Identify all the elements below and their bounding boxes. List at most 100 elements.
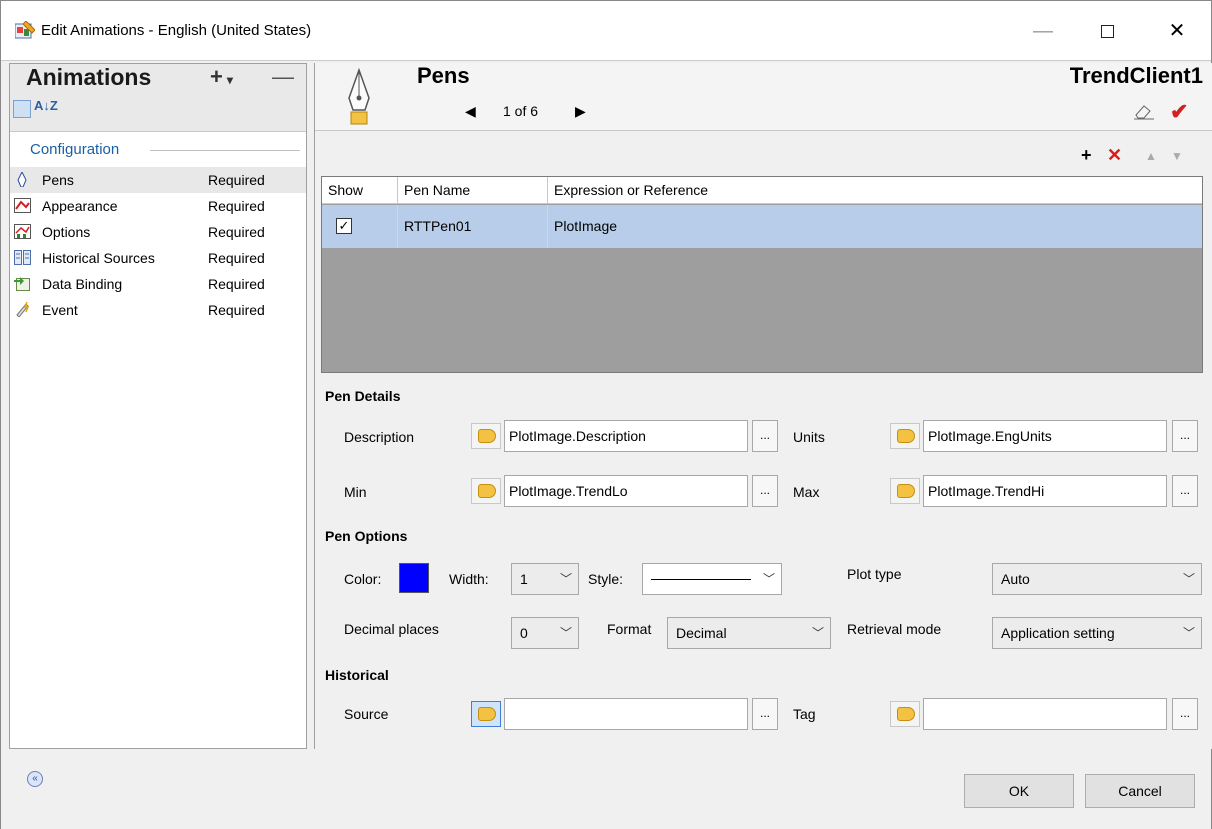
dialog-footer: « OK Cancel (1, 751, 1211, 829)
tag-icon (897, 484, 915, 498)
minimize-button[interactable]: — (1023, 15, 1063, 47)
alphabetical-sort-icon[interactable]: A↓Z (34, 98, 58, 113)
width-select[interactable]: 1 ﹀ (511, 563, 579, 595)
collapse-pane-icon[interactable]: « (27, 771, 43, 787)
options-icon (14, 224, 31, 239)
format-select[interactable]: Decimal ﹀ (667, 617, 831, 649)
add-animation-button[interactable]: + ▾ (210, 64, 233, 90)
tag-label: Tag (793, 706, 816, 722)
units-field[interactable]: PlotImage.EngUnits (923, 420, 1167, 452)
tag-icon (478, 484, 496, 498)
grid-header: Show Pen Name Expression or Reference (322, 177, 1202, 204)
description-tag-browser[interactable] (471, 423, 501, 449)
edit-animations-window: Edit Animations - English (United States… (0, 0, 1212, 829)
color-label: Color: (344, 571, 382, 587)
data-binding-icon (14, 277, 30, 291)
chevron-down-icon: ﹀ (1182, 626, 1195, 640)
remove-animation-button[interactable]: — (272, 64, 294, 90)
color-picker[interactable] (399, 563, 429, 593)
retrieval-mode-select[interactable]: Application setting ﹀ (992, 617, 1202, 649)
nav-item-options[interactable]: Options Required (10, 219, 306, 245)
nav-item-historical-sources[interactable]: Historical Sources Required (10, 245, 306, 271)
decimal-places-select[interactable]: 0 ﹀ (511, 617, 579, 649)
tag-tag-browser[interactable] (890, 701, 920, 727)
cancel-button[interactable]: Cancel (1085, 774, 1195, 808)
column-header-pen-name[interactable]: Pen Name (398, 177, 548, 204)
nav-item-data-binding[interactable]: Data Binding Required (10, 271, 306, 297)
show-checkbox[interactable]: ✓ (336, 218, 352, 234)
nav-item-pens[interactable]: Pens Required (10, 167, 306, 193)
max-tag-browser[interactable] (890, 478, 920, 504)
animations-title: Animations (26, 64, 152, 90)
max-field[interactable]: PlotImage.TrendHi (923, 475, 1167, 507)
column-header-show[interactable]: Show (322, 177, 398, 204)
plot-type-select[interactable]: Auto ﹀ (992, 563, 1202, 595)
units-label: Units (793, 429, 825, 445)
appearance-icon (14, 198, 31, 213)
nav-item-status: Required (208, 250, 265, 266)
maximize-button[interactable] (1087, 15, 1127, 47)
table-row[interactable]: ✓ RTTPen01 PlotImage (322, 205, 1202, 248)
nav-item-event[interactable]: Event Required (10, 297, 306, 323)
tag-browse-button[interactable]: ... (1172, 698, 1198, 730)
ok-button[interactable]: OK (964, 774, 1074, 808)
source-tag-browser[interactable] (471, 701, 501, 727)
apply-check-icon[interactable]: ✔ (1170, 99, 1188, 125)
move-up-button[interactable]: ▲ (1145, 149, 1157, 163)
add-pen-button[interactable]: + (1081, 145, 1092, 166)
column-header-expression[interactable]: Expression or Reference (548, 177, 1202, 204)
chevron-down-icon: ﹀ (559, 626, 572, 640)
eraser-icon[interactable] (1132, 103, 1156, 121)
style-label: Style: (588, 571, 624, 587)
close-button[interactable]: ✕ (1157, 15, 1197, 47)
min-browse-button[interactable]: ... (752, 475, 778, 507)
delete-pen-button[interactable]: ✕ (1107, 145, 1122, 166)
tag-field[interactable] (923, 698, 1167, 730)
description-field[interactable]: PlotImage.Description (504, 420, 748, 452)
description-browse-button[interactable]: ... (752, 420, 778, 452)
nav-item-status: Required (208, 302, 265, 318)
plot-type-value: Auto (1001, 571, 1030, 587)
chevron-down-icon: ▾ (226, 73, 233, 87)
maximize-icon (1100, 25, 1114, 39)
nav-item-label: Pens (42, 172, 74, 188)
nav-item-appearance[interactable]: Appearance Required (10, 193, 306, 219)
retrieval-mode-value: Application setting (1001, 625, 1115, 641)
pen-details-heading: Pen Details (325, 388, 401, 404)
nav-item-label: Appearance (42, 198, 118, 214)
style-select[interactable]: ﹀ (642, 563, 782, 595)
source-browse-button[interactable]: ... (752, 698, 778, 730)
nav-item-status: Required (208, 224, 265, 240)
source-label: Source (344, 706, 389, 722)
previous-pen-button[interactable]: ◀ (465, 103, 476, 120)
category-divider (150, 150, 300, 151)
decimal-places-label: Decimal places (344, 621, 439, 637)
move-down-button[interactable]: ▼ (1171, 149, 1183, 163)
editor-header: Pens ◀ 1 of 6 ▶ TrendClient1 ✔ (315, 63, 1212, 131)
editor-title: Pens (417, 63, 470, 88)
pens-grid: Show Pen Name Expression or Reference ✓ … (321, 176, 1203, 373)
width-label: Width: (449, 571, 489, 587)
min-label: Min (344, 484, 367, 500)
min-tag-browser[interactable] (471, 478, 501, 504)
tag-icon (897, 429, 915, 443)
chevron-down-icon: ﹀ (1182, 572, 1195, 586)
historical-heading: Historical (325, 667, 389, 683)
units-browse-button[interactable]: ... (1172, 420, 1198, 452)
categorized-view-icon[interactable] (13, 100, 31, 118)
min-field[interactable]: PlotImage.TrendLo (504, 475, 748, 507)
max-browse-button[interactable]: ... (1172, 475, 1198, 507)
tag-icon (478, 707, 496, 721)
pen-nib-icon (348, 68, 370, 125)
title-bar: Edit Animations - English (United States… (1, 1, 1211, 61)
units-tag-browser[interactable] (890, 423, 920, 449)
nav-item-status: Required (208, 172, 265, 188)
expression-cell[interactable]: PlotImage (548, 205, 1202, 248)
pen-name-cell[interactable]: RTTPen01 (398, 205, 548, 248)
next-pen-button[interactable]: ▶ (575, 103, 586, 120)
max-label: Max (793, 484, 820, 500)
nav-item-status: Required (208, 198, 265, 214)
source-field[interactable] (504, 698, 748, 730)
line-style-preview (651, 579, 751, 580)
pen-options-heading: Pen Options (325, 528, 408, 544)
